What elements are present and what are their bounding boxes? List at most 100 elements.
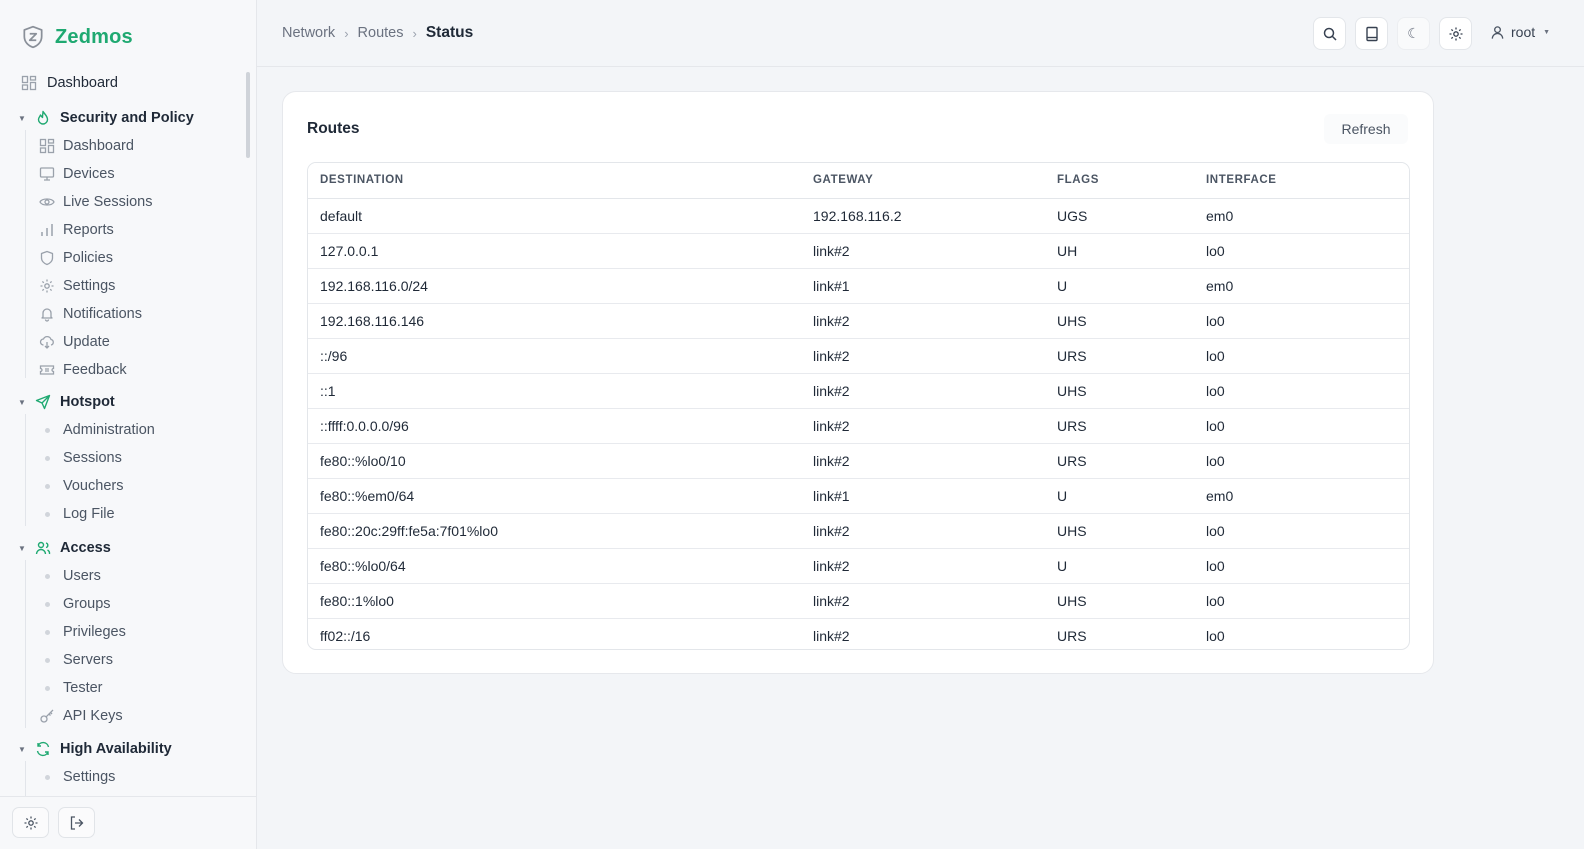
- brand-logo[interactable]: Zedmos: [20, 24, 133, 50]
- user-menu[interactable]: root ▼: [1490, 24, 1550, 40]
- sidebar-item-privileges[interactable]: Privileges: [38, 623, 126, 641]
- eye-icon: [38, 193, 56, 211]
- refresh-icon: [34, 740, 52, 758]
- sidebar-item-reports[interactable]: Reports: [38, 221, 114, 239]
- sidebar-item-ha-settings[interactable]: Settings: [38, 768, 115, 786]
- caret-down-icon: ▼: [1543, 28, 1551, 36]
- gateway-cell: link#2: [801, 373, 1045, 409]
- interface-cell: lo0: [1194, 408, 1409, 444]
- interface-cell: lo0: [1206, 627, 1225, 644]
- sidebar-item-servers[interactable]: Servers: [38, 651, 113, 669]
- sidebar-item-label: Settings: [63, 278, 116, 294]
- chevron-down-icon: ▼: [18, 543, 26, 553]
- sidebar-item-log-file[interactable]: Log File: [38, 505, 115, 523]
- table-row[interactable]: ::ffff:0.0.0.0/96 link#2 URS lo0: [308, 408, 1409, 444]
- sidebar-footer: [0, 796, 256, 849]
- chevron-right-icon: ›: [344, 25, 349, 41]
- table-row[interactable]: fe80::20c:29ff:fe5a:7f01%lo0 link#2 UHS lo0: [308, 513, 1409, 549]
- table-row[interactable]: default 192.168.116.2 UGS em0: [308, 198, 1409, 234]
- gateway-cell: link#2: [801, 548, 1045, 584]
- table-row[interactable]: 192.168.116.146 link#2 UHS lo0: [308, 303, 1409, 339]
- docs-button[interactable]: [1355, 17, 1388, 50]
- column-header-interface[interactable]: INTERFACE: [1194, 163, 1409, 199]
- column-header-destination[interactable]: DESTINATION: [308, 163, 801, 199]
- logout-button[interactable]: [58, 807, 95, 838]
- breadcrumb-network[interactable]: Network: [282, 25, 335, 41]
- table-row[interactable]: ::/96 link#2 URS lo0: [308, 338, 1409, 374]
- table-body: default 192.168.116.2 UGS em0 127.0.0.1 link#…: [308, 198, 1409, 649]
- sidebar-item-notifications[interactable]: Notifications: [38, 305, 142, 323]
- table-row[interactable]: fe80::%em0/64 link#1 Uem0: [308, 478, 1409, 514]
- sidebar-item-label: Vouchers: [63, 478, 124, 494]
- group-high-availability[interactable]: ▼ High Availability: [18, 740, 172, 758]
- gateway-cell: link#2: [801, 303, 1045, 339]
- flags-cell: URS: [1045, 408, 1194, 444]
- sidebar-item-sessions[interactable]: Sessions: [38, 449, 122, 467]
- group-hotspot[interactable]: ▼ Hotspot: [18, 393, 115, 411]
- theme-toggle-button[interactable]: ☾: [1397, 17, 1430, 50]
- sidebar-item-groups[interactable]: Groups: [38, 595, 111, 613]
- column-header-flags[interactable]: FLAGS: [1045, 163, 1194, 199]
- table-row[interactable]: 192.168.116.0/24 link#1 Uem0: [308, 268, 1409, 304]
- table-row[interactable]: fe80::1%lo0 link#2 UHS lo0: [308, 583, 1409, 619]
- interface-cell: lo0: [1194, 583, 1409, 619]
- group-security-and-policy[interactable]: ▼ Security and Policy: [18, 109, 194, 127]
- bullet-dot-icon: [38, 658, 56, 663]
- breadcrumb-routes[interactable]: Routes: [358, 25, 404, 41]
- search-button[interactable]: [1313, 17, 1346, 50]
- gateway-cell: link#1: [801, 478, 1045, 514]
- sidebar-item-policies[interactable]: Policies: [38, 249, 113, 267]
- sidebar-item-api-keys[interactable]: API Keys: [38, 707, 123, 725]
- sidebar-item-sp-dashboard[interactable]: Dashboard: [38, 137, 134, 155]
- search-icon: [1323, 27, 1337, 41]
- table-row[interactable]: fe80::%lo0/10 link#2 URS lo0: [308, 443, 1409, 479]
- flags-cell: UHS: [1045, 373, 1194, 409]
- footer-settings-button[interactable]: [12, 807, 49, 838]
- destination-cell: 127.0.0.1: [308, 233, 801, 269]
- settings-button[interactable]: [1439, 17, 1472, 50]
- sidebar-item-vouchers[interactable]: Vouchers: [38, 477, 123, 495]
- dashboard-icon: [20, 74, 38, 92]
- sidebar-item-tester[interactable]: Tester: [38, 679, 103, 697]
- table-row[interactable]: fe80::%lo0/64 link#2 Ulo0: [308, 548, 1409, 584]
- sidebar-item-administration[interactable]: Administration: [38, 421, 155, 439]
- tree-line: [25, 414, 26, 526]
- interface-cell: lo0: [1194, 373, 1409, 409]
- table-row[interactable]: 127.0.0.1 link#2 UH lo0: [308, 233, 1409, 269]
- gear-icon: [1449, 27, 1462, 40]
- gateway-cell: link#2: [813, 627, 850, 644]
- column-header-gateway[interactable]: GATEWAY: [801, 163, 1045, 199]
- sidebar-item-devices[interactable]: Devices: [38, 165, 115, 183]
- sidebar-item-label: Dashboard: [47, 75, 118, 91]
- tree-line: [25, 560, 26, 728]
- chevron-right-icon: ›: [412, 25, 417, 41]
- shield-logo-icon: [23, 25, 43, 49]
- sidebar-item-label: Log File: [63, 506, 115, 522]
- sidebar-item-label: Privileges: [63, 624, 126, 640]
- group-access[interactable]: ▼ Access: [18, 539, 111, 557]
- bullet-dot-icon: [38, 512, 56, 517]
- interface-cell: lo0: [1194, 233, 1409, 269]
- routes-table: DESTINATION GATEWAY FLAGS INTERFACE defa…: [307, 162, 1410, 650]
- sidebar-item-label: Settings: [63, 769, 116, 785]
- sidebar-item-update[interactable]: Update: [38, 333, 110, 351]
- refresh-button[interactable]: Refresh: [1324, 114, 1408, 144]
- sidebar-item-live-sessions[interactable]: Live Sessions: [38, 193, 152, 211]
- table-row[interactable]: ::1 link#2 UHS lo0: [308, 373, 1409, 409]
- shield-icon: [38, 249, 56, 267]
- chevron-down-icon: ▼: [18, 397, 26, 407]
- interface-cell: lo0: [1194, 443, 1409, 479]
- table-row[interactable]: ff02::/16 link#2 URS lo0: [308, 618, 1409, 649]
- sidebar-item-label: Users: [63, 568, 101, 584]
- destination-cell: ::1: [308, 373, 801, 409]
- sidebar-item-feedback[interactable]: Feedback: [38, 361, 127, 379]
- chevron-down-icon: ▼: [18, 113, 26, 123]
- sidebar-item-users[interactable]: Users: [38, 567, 101, 585]
- book-icon: [1365, 26, 1378, 41]
- sidebar-item-dashboard[interactable]: Dashboard: [20, 74, 118, 92]
- bullet-dot-icon: [38, 428, 56, 433]
- sidebar-item-settings[interactable]: Settings: [38, 277, 115, 295]
- flags-cell: U: [1045, 548, 1194, 584]
- breadcrumb-current: Status: [425, 24, 474, 41]
- sidebar-item-label: Notifications: [63, 306, 142, 322]
